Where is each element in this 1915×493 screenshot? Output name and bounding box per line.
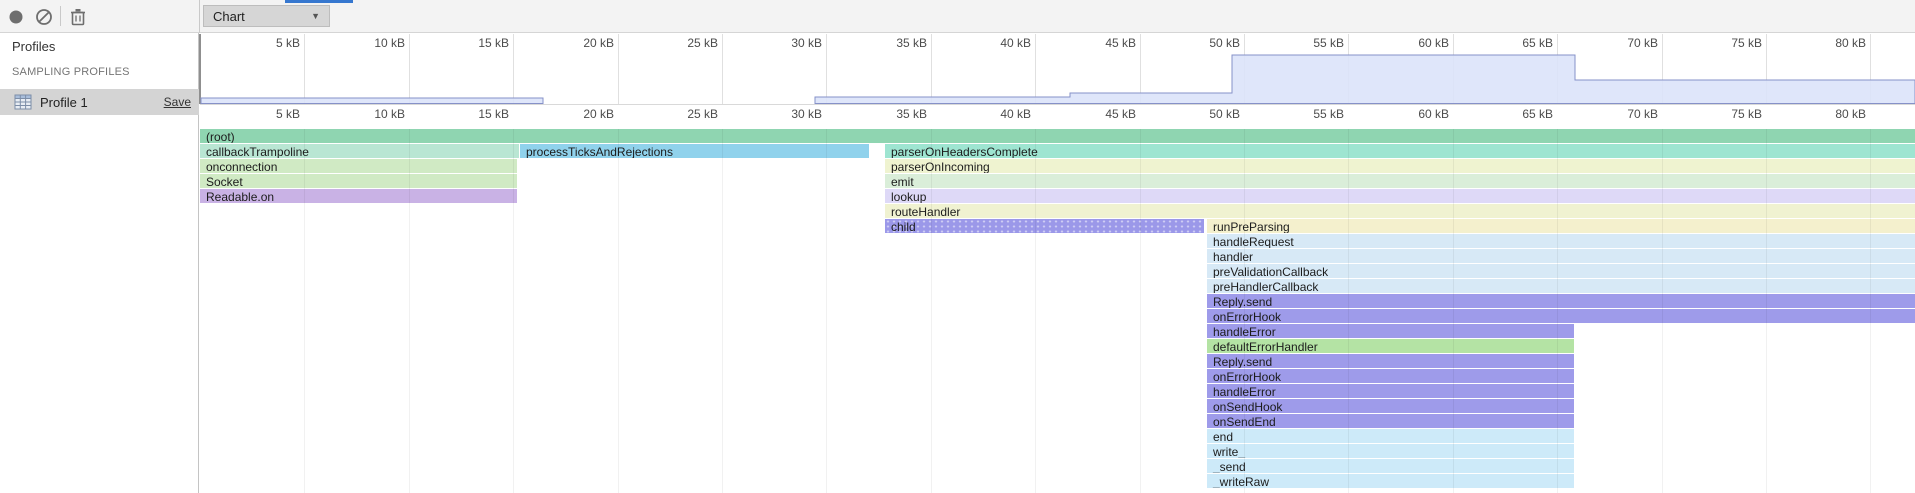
flame-bar[interactable]: onErrorHook	[1207, 369, 1574, 383]
profile-table-icon	[14, 93, 32, 111]
record-icon	[8, 9, 24, 25]
flame-tick-label: 20 kB	[544, 107, 614, 121]
sidebar-section-label: SAMPLING PROFILES	[12, 66, 130, 78]
flame-tick-label: 75 kB	[1692, 107, 1762, 121]
flame-bar[interactable]: parserOnIncoming	[885, 159, 1915, 173]
flame-gridline	[1140, 129, 1141, 493]
devtools-sampling-profiler: Chart ▼ Profiles SAMPLING PROFILES Profi…	[0, 0, 1915, 493]
flame-bar[interactable]: handleError	[1207, 324, 1574, 338]
flame-tick-label: 10 kB	[335, 107, 405, 121]
overview-area-chart[interactable]	[200, 34, 1915, 104]
toolbar-divider	[60, 6, 61, 26]
flame-gridline	[722, 129, 723, 493]
flame-tick-label: 35 kB	[857, 107, 927, 121]
flame-bar[interactable]: Reply.send	[1207, 294, 1915, 308]
flame-tick-label: 40 kB	[961, 107, 1031, 121]
flame-gridline	[618, 129, 619, 493]
flame-bar[interactable]: end	[1207, 429, 1574, 443]
flame-bar[interactable]: handleError	[1207, 384, 1574, 398]
flame-gridline	[1870, 129, 1871, 493]
block-icon	[35, 8, 53, 26]
chevron-down-icon: ▼	[311, 11, 320, 21]
flame-bar[interactable]: onSendEnd	[1207, 414, 1574, 428]
flame-tick-label: 25 kB	[648, 107, 718, 121]
flame-bar[interactable]: Readable.on	[200, 189, 517, 203]
flame-gridline	[1557, 129, 1558, 493]
active-tab-indicator	[285, 0, 353, 3]
flame-gridline	[826, 129, 827, 493]
sidebar-title: Profiles	[12, 39, 55, 54]
flame-bar[interactable]: handler	[1207, 249, 1915, 263]
flame-bar[interactable]: _send	[1207, 459, 1574, 473]
flame-gridline	[409, 129, 410, 493]
flame-tick-label: 55 kB	[1274, 107, 1344, 121]
flame-tick-label: 5 kB	[230, 107, 300, 121]
flame-bar[interactable]: emit	[885, 174, 1915, 188]
allocation-overview-pane[interactable]: 5 kB10 kB15 kB20 kB25 kB30 kB35 kB40 kB4…	[200, 34, 1915, 105]
toolbar: Chart ▼	[0, 0, 1915, 33]
flame-bar[interactable]: Reply.send	[1207, 354, 1574, 368]
flame-tick-label: 15 kB	[439, 107, 509, 121]
flame-bar[interactable]: defaultErrorHandler	[1207, 339, 1574, 353]
profile-name: Profile 1	[40, 95, 88, 110]
flame-bar[interactable]: onErrorHook	[1207, 309, 1915, 323]
flame-bar[interactable]: Socket	[200, 174, 517, 188]
toolbar-separator	[199, 0, 200, 33]
sidebar-item-profile-1[interactable]: Profile 1 Save	[0, 89, 199, 115]
flame-gridline	[304, 129, 305, 493]
flame-bar[interactable]: _writeRaw	[1207, 474, 1574, 488]
flame-bar[interactable]: handleRequest	[1207, 234, 1915, 248]
flame-bar[interactable]: (root)	[200, 129, 1915, 143]
flame-tick-label: 65 kB	[1483, 107, 1553, 121]
save-profile-link[interactable]: Save	[164, 95, 191, 109]
flame-bar[interactable]: preValidationCallback	[1207, 264, 1915, 278]
flame-bar[interactable]: routeHandler	[885, 204, 1915, 218]
delete-profile-button[interactable]	[66, 5, 90, 29]
flame-bar[interactable]: lookup	[885, 189, 1915, 203]
flame-bar[interactable]: callbackTrampoline	[200, 144, 519, 158]
trash-icon	[70, 8, 86, 26]
flame-bar[interactable]: onSendHook	[1207, 399, 1574, 413]
flame-chart-pane[interactable]: 5 kB 10 kB 15 kB 20 kB 25 kB 30 kB 35 kB 40 kB 4…	[200, 105, 1915, 493]
flame-bar[interactable]: write_	[1207, 444, 1574, 458]
flame-tick-label: 50 kB	[1170, 107, 1240, 121]
record-button[interactable]	[4, 5, 28, 29]
flame-tick-label: 60 kB	[1379, 107, 1449, 121]
flame-bar[interactable]: child	[885, 219, 1204, 233]
flame-gridline	[1662, 129, 1663, 493]
flame-bar[interactable]: processTicksAndRejections	[520, 144, 869, 158]
flame-bar[interactable]: onconnection	[200, 159, 517, 173]
flame-gridline	[1348, 129, 1349, 493]
flame-bar[interactable]: preHandlerCallback	[1207, 279, 1915, 293]
flame-tick-label: 45 kB	[1066, 107, 1136, 121]
flame-gridline	[1035, 129, 1036, 493]
flame-bar[interactable]: parserOnHeadersComplete	[885, 144, 1915, 158]
flame-tick-label: 80 kB	[1796, 107, 1866, 121]
flame-gridline	[931, 129, 932, 493]
flame-bar[interactable]: runPreParsing	[1207, 219, 1915, 233]
view-mode-select[interactable]: Chart ▼	[203, 5, 330, 27]
flame-gridline	[1244, 129, 1245, 493]
clear-button[interactable]	[32, 5, 56, 29]
flame-gridline	[513, 129, 514, 493]
flame-tick-label: 70 kB	[1588, 107, 1658, 121]
flame-tick-label: 30 kB	[752, 107, 822, 121]
view-mode-value: Chart	[213, 9, 245, 24]
profiles-sidebar: Profiles SAMPLING PROFILES Profile 1 Sav…	[0, 33, 199, 493]
flame-gridline	[1766, 129, 1767, 493]
flame-gridline	[1453, 129, 1454, 493]
